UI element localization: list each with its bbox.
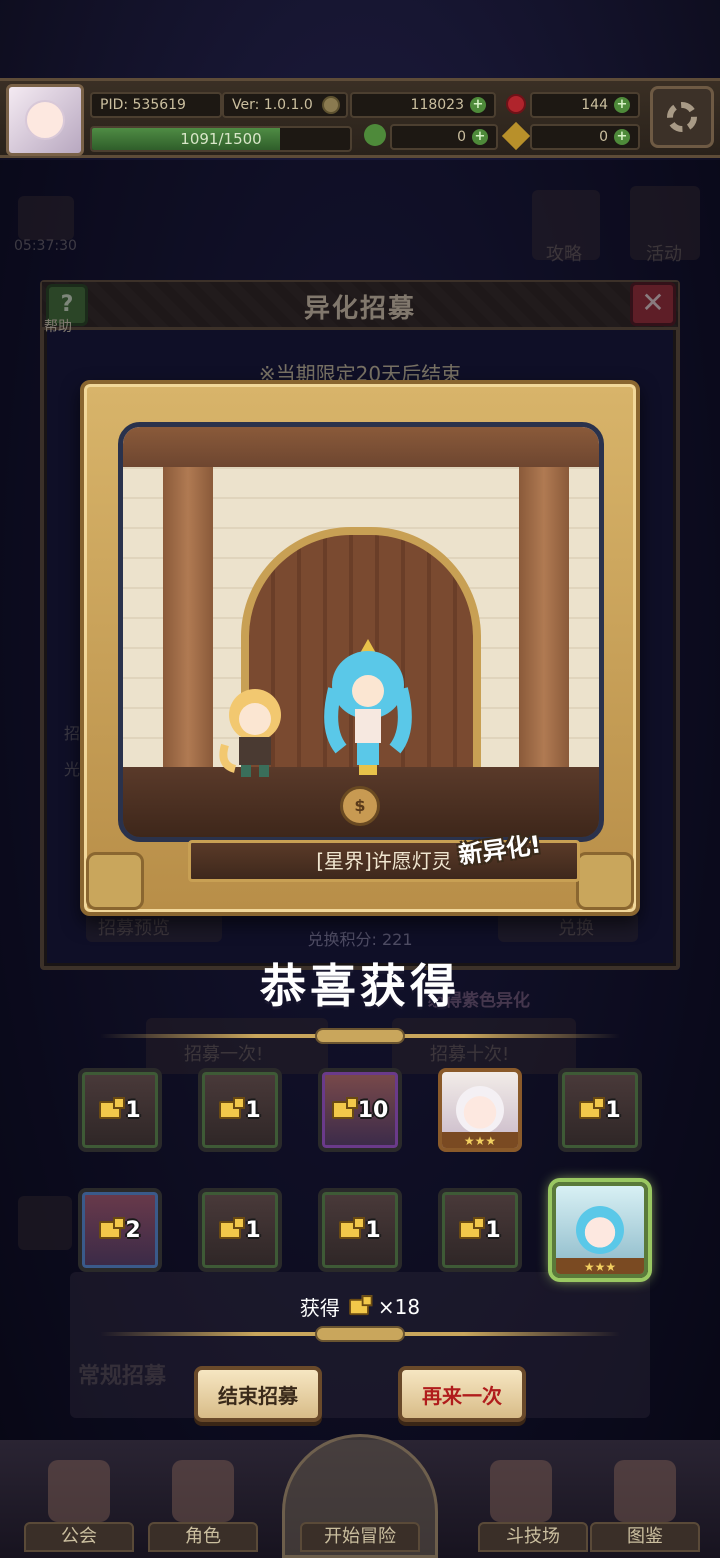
gem-icon — [506, 94, 526, 114]
gear-icon — [667, 102, 697, 132]
shard-icon — [99, 1097, 126, 1119]
guild-icon — [48, 1460, 110, 1522]
xp-text: 1091/1500 — [180, 130, 262, 148]
reward-slot-9[interactable]: 1 — [438, 1188, 522, 1272]
reward-count: 10 — [357, 1097, 389, 1123]
arena-icon — [490, 1460, 552, 1522]
congrats-title: 恭喜获得 — [260, 959, 460, 1013]
character-icon — [172, 1460, 234, 1522]
key-display: 0 + — [530, 124, 640, 150]
obtain-label: 获得 — [299, 1296, 340, 1320]
reward-count: 1 — [605, 1097, 621, 1123]
shard-icon — [339, 1217, 366, 1239]
clover-display: 0 + — [390, 124, 498, 150]
companion-sprite — [219, 689, 281, 777]
reward-count: 1 — [245, 1097, 261, 1123]
nav-arena[interactable]: 斗技场 — [478, 1522, 588, 1552]
result-scene — [118, 422, 604, 842]
obtain-count: ×18 — [377, 1294, 421, 1319]
shard-icon — [219, 1217, 246, 1239]
player-id: PID: 535619 — [90, 92, 222, 118]
obtain-summary: 获得 ×18 — [0, 1292, 720, 1321]
reward-count: 1 — [245, 1217, 261, 1243]
player-avatar[interactable] — [6, 84, 84, 156]
xp-bar: 1091/1500 — [90, 126, 352, 152]
reward-slot-7[interactable]: 1 — [198, 1188, 282, 1272]
shard-icon — [331, 1097, 358, 1119]
shard-icon — [579, 1097, 606, 1119]
nav-guild[interactable]: 公会 — [24, 1522, 134, 1552]
reward-slot-5[interactable]: 1 — [558, 1068, 642, 1152]
nav-character[interactable]: 角色 — [148, 1522, 258, 1552]
reward-slot-10[interactable]: ★★★ — [552, 1182, 648, 1278]
reward-slot-8[interactable]: 1 — [318, 1188, 402, 1272]
character-portrait-icon — [456, 1086, 504, 1134]
gold-amount: 118023 — [410, 97, 464, 113]
reward-count: 1 — [365, 1217, 381, 1243]
lamp-spirit-sprite — [324, 639, 412, 775]
nav-codex[interactable]: 图鉴 — [590, 1522, 700, 1552]
gold-display: 118023 + — [350, 92, 496, 118]
divider-ornament-top — [315, 1028, 405, 1044]
settings-button[interactable] — [650, 86, 714, 148]
reward-slot-1[interactable]: 1 — [78, 1068, 162, 1152]
shard-icon — [99, 1217, 126, 1239]
gem-display: 144 + — [530, 92, 640, 118]
medal-icon: $ — [340, 786, 380, 826]
reward-count: 2 — [125, 1217, 141, 1243]
reward-slot-2[interactable]: 1 — [198, 1068, 282, 1152]
version-text: Ver: 1.0.1.0 — [232, 97, 313, 113]
clover-icon — [364, 124, 386, 146]
shard-icon — [348, 1294, 373, 1315]
shard-icon — [219, 1097, 246, 1119]
end-recruit-button[interactable]: 结束招募 — [194, 1366, 322, 1422]
add-gold-icon[interactable]: + — [470, 97, 486, 113]
add-key-icon[interactable]: + — [614, 129, 630, 145]
reward-slot-6[interactable]: 2 — [78, 1188, 162, 1272]
clover-amount: 0 — [457, 129, 466, 145]
shard-icon — [459, 1217, 486, 1239]
character-portrait-icon — [576, 1206, 624, 1254]
reward-slot-3[interactable]: 10 — [318, 1068, 402, 1152]
add-clover-icon[interactable]: + — [472, 129, 488, 145]
nav-adventure[interactable]: 开始冒险 — [300, 1522, 420, 1552]
add-gem-icon[interactable]: + — [614, 97, 630, 113]
recruit-again-button[interactable]: 再来一次 — [398, 1366, 526, 1422]
key-amount: 0 — [599, 129, 608, 145]
corner-ornament-right — [576, 852, 634, 910]
codex-icon — [614, 1460, 676, 1522]
star-rating: ★★★ — [442, 1132, 518, 1148]
coin-icon — [322, 96, 340, 114]
star-rating: ★★★ — [556, 1258, 644, 1274]
gem-amount: 144 — [581, 97, 608, 113]
reward-slot-4[interactable]: ★★★ — [438, 1068, 522, 1152]
reward-count: 1 — [485, 1217, 501, 1243]
reward-count: 1 — [125, 1097, 141, 1123]
divider-ornament-bottom — [315, 1326, 405, 1342]
corner-ornament-left — [86, 852, 144, 910]
